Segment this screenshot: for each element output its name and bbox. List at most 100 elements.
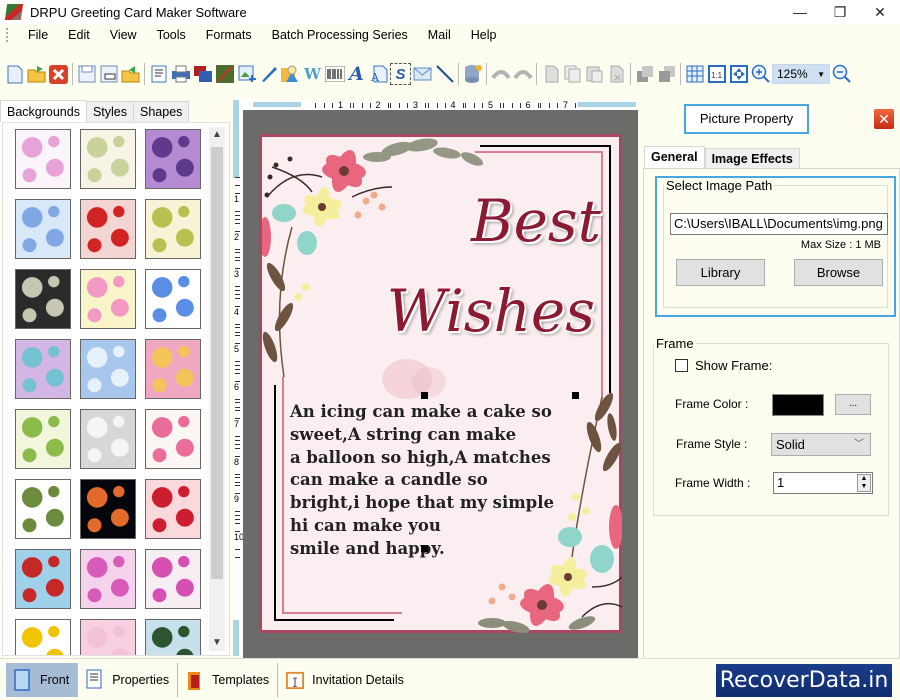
layers-icon[interactable]: [192, 63, 213, 85]
close-panel-icon[interactable]: ✕: [874, 109, 894, 129]
new-icon[interactable]: [4, 63, 25, 85]
restore-button[interactable]: ❐: [820, 0, 860, 24]
menu-formats[interactable]: Formats: [196, 28, 262, 42]
greeting-card[interactable]: Best Wishes An icing can make a cake so …: [259, 134, 622, 633]
shape-icon[interactable]: [280, 63, 301, 85]
background-thumbnail-heart-grey[interactable]: [80, 409, 136, 469]
background-thumbnail-santa[interactable]: [15, 549, 71, 609]
templates-button[interactable]: Templates: [178, 662, 279, 697]
selection-handle[interactable]: [572, 392, 579, 399]
invitation-details-button[interactable]: Invitation Details: [278, 663, 412, 697]
export-icon[interactable]: [120, 63, 141, 85]
card-title-best[interactable]: Best: [471, 187, 601, 255]
copy-icon[interactable]: [562, 63, 583, 85]
watermark-icon[interactable]: W: [302, 63, 323, 85]
menu-mail[interactable]: Mail: [418, 28, 461, 42]
properties-icon[interactable]: [148, 63, 169, 85]
text-icon[interactable]: A: [346, 63, 367, 85]
front-button[interactable]: Front: [6, 662, 79, 697]
background-thumbnail-baby-cream[interactable]: [80, 129, 136, 189]
card-message[interactable]: An icing can make a cake so sweet,A stri…: [290, 401, 560, 561]
background-thumbnail-baby-pink[interactable]: [15, 129, 71, 189]
zoom-out-icon[interactable]: [831, 63, 852, 85]
background-thumbnail-snowflakes[interactable]: [80, 339, 136, 399]
database-icon[interactable]: [462, 63, 483, 85]
word-art-icon[interactable]: A: [368, 63, 389, 85]
frame-color-swatch[interactable]: [772, 394, 824, 416]
menu-batch-processing[interactable]: Batch Processing Series: [262, 28, 418, 42]
image-path-input[interactable]: C:\Users\IBALL\Documents\img.png: [670, 213, 888, 235]
selection-handle[interactable]: [421, 545, 428, 552]
print-icon[interactable]: [170, 63, 191, 85]
background-thumbnail-hanging-bags[interactable]: [15, 479, 71, 539]
mail-icon[interactable]: [412, 63, 433, 85]
background-thumbnail-colorful-circles[interactable]: [15, 339, 71, 399]
line-icon[interactable]: [434, 63, 455, 85]
zoom-in-icon[interactable]: [750, 63, 771, 85]
frame-style-select[interactable]: Solid ﹀: [771, 433, 871, 456]
paste-icon[interactable]: [584, 63, 605, 85]
background-thumbnail-hearts[interactable]: [145, 479, 201, 539]
image-icon[interactable]: [214, 63, 235, 85]
insert-image-icon[interactable]: [236, 63, 257, 85]
close-window-button[interactable]: ✕: [860, 0, 900, 24]
tab-styles[interactable]: Styles: [85, 101, 135, 122]
save-icon[interactable]: [76, 63, 97, 85]
tab-image-effects[interactable]: Image Effects: [704, 148, 800, 169]
library-button[interactable]: Library: [676, 259, 765, 286]
zoom-level-select[interactable]: 125% ▼: [772, 64, 830, 84]
properties-button[interactable]: Properties: [78, 662, 179, 697]
background-thumbnail-purple-floral[interactable]: [145, 129, 201, 189]
background-thumbnail-dotted-flowers[interactable]: [80, 269, 136, 329]
bring-front-icon[interactable]: [634, 63, 655, 85]
scroll-down-icon[interactable]: ▼: [209, 635, 225, 651]
menu-help[interactable]: Help: [461, 28, 507, 42]
background-thumbnail-clouds[interactable]: [15, 199, 71, 259]
background-thumbnail-pink-lace[interactable]: [80, 549, 136, 609]
color-picker-button[interactable]: ...: [835, 394, 871, 415]
close-icon[interactable]: [48, 63, 69, 85]
tab-backgrounds[interactable]: Backgrounds: [0, 100, 87, 122]
send-back-icon[interactable]: [656, 63, 677, 85]
actual-size-icon[interactable]: 1:1: [706, 63, 727, 85]
cut-icon[interactable]: [540, 63, 561, 85]
scroll-up-icon[interactable]: ▲: [209, 127, 225, 143]
barcode-icon[interactable]: [324, 63, 345, 85]
delete-icon[interactable]: [606, 63, 627, 85]
frame-width-stepper[interactable]: 1 ▲ ▼: [773, 472, 873, 494]
menu-edit[interactable]: Edit: [58, 28, 100, 42]
background-thumbnail-butterflies[interactable]: [145, 549, 201, 609]
background-thumbnail-snowmen[interactable]: [145, 619, 201, 655]
redo-icon[interactable]: [512, 63, 533, 85]
grid-icon[interactable]: [684, 63, 705, 85]
browse-button[interactable]: Browse: [794, 259, 883, 286]
menu-view[interactable]: View: [100, 28, 147, 42]
show-frame-checkbox[interactable]: [675, 359, 688, 372]
open-icon[interactable]: [26, 63, 47, 85]
tab-shapes[interactable]: Shapes: [133, 101, 190, 122]
design-canvas[interactable]: Best Wishes An icing can make a cake so …: [243, 110, 638, 658]
undo-icon[interactable]: [490, 63, 511, 85]
background-thumbnail-fireworks[interactable]: [80, 479, 136, 539]
background-thumbnail-kids-party[interactable]: [145, 409, 201, 469]
signature-icon[interactable]: S: [390, 63, 411, 85]
background-thumbnail-xmas-trees[interactable]: [15, 409, 71, 469]
gallery-scrollbar[interactable]: ▲ ▼: [209, 127, 225, 651]
menu-file[interactable]: File: [18, 28, 58, 42]
tab-general[interactable]: General: [644, 146, 705, 169]
minimize-button[interactable]: —: [780, 0, 820, 24]
background-thumbnail-pink-plain[interactable]: [80, 619, 136, 655]
background-thumbnail-dark-hexagons[interactable]: [15, 269, 71, 329]
pen-icon[interactable]: [258, 63, 279, 85]
spin-arrows-icon[interactable]: ▲ ▼: [857, 474, 871, 492]
background-thumbnail-leaves[interactable]: [145, 199, 201, 259]
background-thumbnail-stars[interactable]: [15, 619, 71, 655]
background-thumbnail-strawberries[interactable]: [80, 199, 136, 259]
background-thumbnail-mandala[interactable]: [145, 339, 201, 399]
save-as-icon[interactable]: [98, 63, 119, 85]
fit-window-icon[interactable]: [728, 63, 749, 85]
menu-tools[interactable]: Tools: [147, 28, 196, 42]
scrollbar-thumb[interactable]: [211, 147, 223, 579]
selection-handle[interactable]: [421, 392, 428, 399]
background-thumbnail-gifts[interactable]: [145, 269, 201, 329]
